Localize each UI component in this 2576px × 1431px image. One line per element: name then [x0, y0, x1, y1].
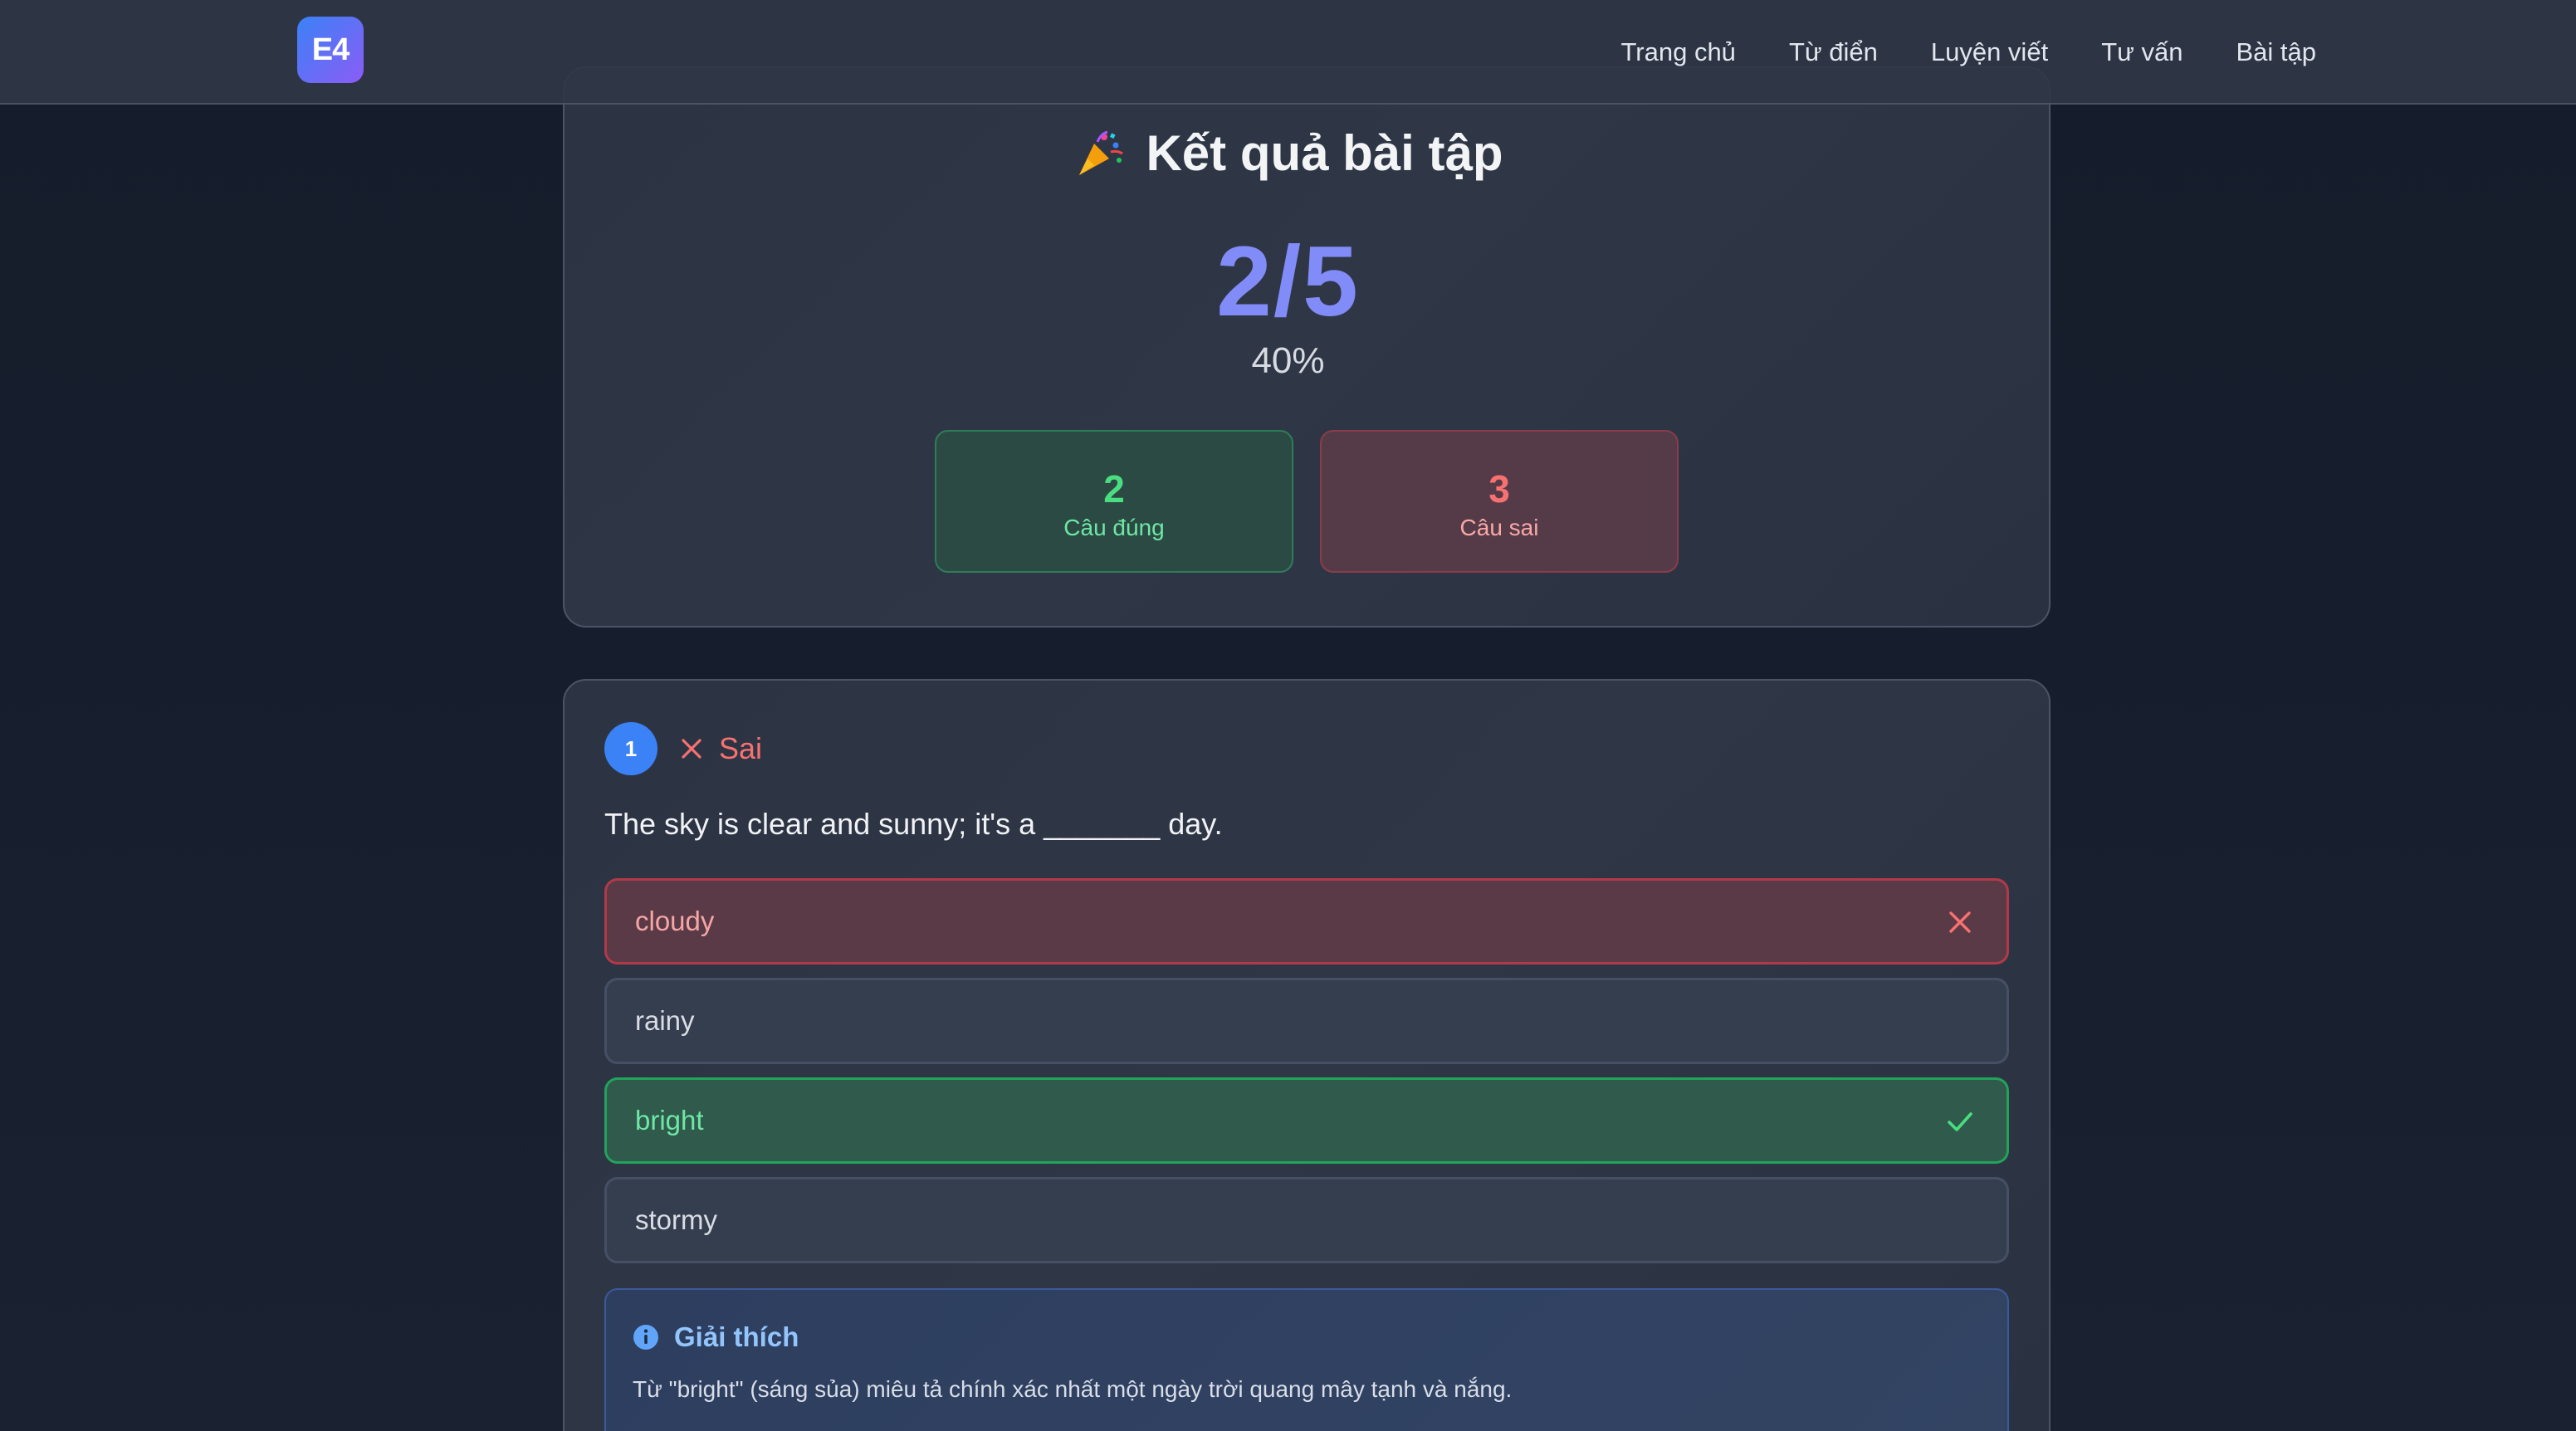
close-icon: [682, 739, 701, 759]
question-status: Sai: [679, 731, 762, 766]
nav-item-writing[interactable]: Luyện viết: [1931, 37, 2048, 67]
option-bright[interactable]: bright: [604, 1077, 2009, 1164]
party-popper-icon: [1079, 130, 1124, 175]
check-icon: [1948, 1112, 1972, 1131]
correct-count: 2: [1103, 467, 1125, 510]
wrong-label: Câu sai: [1459, 515, 1539, 540]
app-logo[interactable]: E4: [297, 17, 364, 83]
question-number-badge: 1: [604, 722, 657, 775]
option-label: cloudy: [635, 906, 715, 936]
result-title: Kết quả bài tập: [0, 125, 2576, 182]
question-status-label: Sai: [719, 731, 763, 765]
nav-item-dictionary[interactable]: Từ điển: [1789, 37, 1878, 67]
correct-count-box: 2 Câu đúng: [935, 430, 1293, 573]
option-label: bright: [635, 1105, 704, 1136]
main-nav: Trang chủ Từ điển Luyện viết Tư vấn Bài …: [1621, 0, 2317, 105]
explanation-header: Giải thích: [633, 1321, 799, 1353]
score-value: 2/5: [1216, 226, 1360, 337]
correct-label: Câu đúng: [1063, 515, 1165, 540]
option-stormy[interactable]: stormy: [604, 1177, 2009, 1263]
option-label: rainy: [635, 1005, 695, 1036]
option-cloudy[interactable]: cloudy: [604, 878, 2009, 965]
result-title-text: Kết quả bài tập: [1146, 125, 1503, 181]
page: E4 Trang chủ Từ điển Luyện viết Tư vấn B…: [0, 0, 2576, 1431]
nav-item-exercises[interactable]: Bài tập: [2236, 37, 2316, 67]
nav-item-home[interactable]: Trang chủ: [1621, 37, 1736, 67]
wrong-count: 3: [1488, 467, 1510, 510]
option-rainy[interactable]: rainy: [604, 978, 2009, 1064]
nav-item-consulting[interactable]: Tư vấn: [2101, 37, 2183, 67]
question-header: 1 Sai: [604, 722, 762, 775]
top-nav-bar: E4 Trang chủ Từ điển Luyện viết Tư vấn B…: [0, 0, 2576, 105]
info-icon: [633, 1325, 658, 1350]
explanation-title: Giải thích: [674, 1321, 799, 1352]
logo-text: E4: [311, 32, 349, 67]
score-percent: 40%: [1251, 340, 1325, 381]
wrong-mark-icon: [1949, 911, 1971, 933]
question-text: The sky is clear and sunny; it's a _____…: [604, 807, 1223, 841]
explanation-box: Giải thích Từ "bright" (sáng sủa) miêu t…: [604, 1288, 2009, 1431]
wrong-count-box: 3 Câu sai: [1320, 430, 1679, 573]
explanation-text: Từ "bright" (sáng sủa) miêu tả chính xác…: [633, 1376, 1513, 1402]
option-label: stormy: [635, 1204, 717, 1235]
